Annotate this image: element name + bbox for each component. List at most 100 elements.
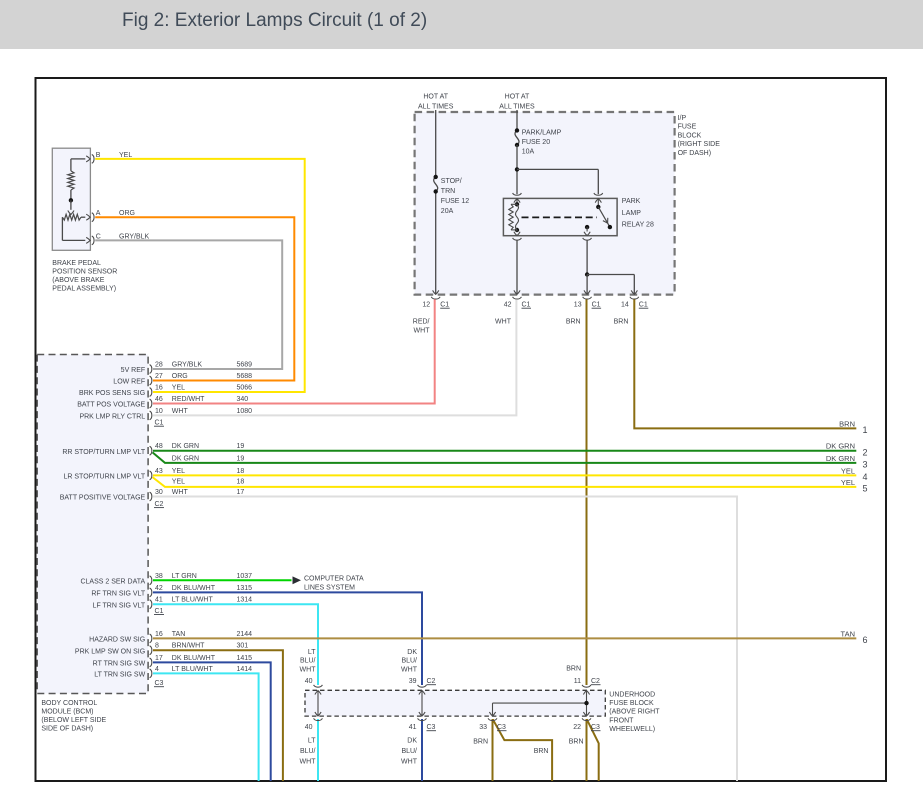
svg-text:DK: DK [407,649,417,656]
svg-text:C3: C3 [155,680,164,687]
svg-text:18: 18 [237,468,245,475]
svg-text:4: 4 [155,666,159,673]
svg-text:COMPUTER DATA: COMPUTER DATA [304,576,364,583]
svg-text:RT TRN SIG SW: RT TRN SIG SW [93,661,146,668]
svg-text:STOP/: STOP/ [441,178,462,185]
svg-text:19: 19 [237,455,245,462]
svg-text:42: 42 [155,585,163,592]
svg-text:2144: 2144 [237,631,253,638]
svg-text:33: 33 [479,724,487,731]
svg-text:13: 13 [574,302,582,309]
svg-text:RELAY 28: RELAY 28 [622,222,654,229]
svg-text:HOT AT: HOT AT [423,94,448,101]
svg-text:WHT: WHT [172,489,189,496]
svg-text:38: 38 [155,573,163,580]
svg-text:HAZARD SW SIG: HAZARD SW SIG [89,637,145,644]
svg-text:WHT: WHT [401,666,418,673]
svg-text:LT TRN SIG SW: LT TRN SIG SW [94,672,145,679]
svg-text:27: 27 [155,373,163,380]
svg-text:LT GRN: LT GRN [172,573,197,580]
svg-text:WHT: WHT [300,758,317,765]
svg-text:DK GRN: DK GRN [826,442,855,451]
svg-text:PRK LMP SW ON SIG: PRK LMP SW ON SIG [75,648,145,655]
svg-text:18: 18 [237,479,245,486]
svg-text:PEDAL ASSEMBLY): PEDAL ASSEMBLY) [52,285,116,292]
svg-text:DK GRN: DK GRN [172,443,199,450]
svg-text:WHT: WHT [495,319,512,326]
svg-text:28: 28 [155,362,163,369]
svg-text:WHT: WHT [300,666,317,673]
svg-text:1414: 1414 [237,666,253,673]
svg-text:C1: C1 [155,420,164,427]
svg-text:C2: C2 [155,501,164,508]
svg-text:C1: C1 [522,302,531,309]
svg-text:3: 3 [863,460,868,470]
svg-text:39: 39 [409,678,417,685]
svg-text:8: 8 [155,643,159,650]
svg-text:BRN: BRN [473,738,488,745]
svg-text:RF TRN SIG VLT: RF TRN SIG VLT [91,591,146,598]
svg-text:17: 17 [237,489,245,496]
svg-text:40: 40 [305,724,313,731]
svg-text:41: 41 [155,597,163,604]
svg-text:BRAKE PEDAL: BRAKE PEDAL [52,260,101,267]
svg-text:BRN/WHT: BRN/WHT [172,643,205,650]
svg-text:22: 22 [573,724,581,731]
svg-text:BLU/: BLU/ [401,748,417,755]
svg-text:BLU/: BLU/ [300,748,316,755]
svg-text:BRK POS SENS SIG: BRK POS SENS SIG [79,390,145,397]
svg-text:C1: C1 [639,302,648,309]
svg-text:20A: 20A [441,208,454,215]
svg-text:C1: C1 [440,302,449,309]
svg-text:FUSE: FUSE [678,124,697,131]
svg-text:(ABOVE BRAKE: (ABOVE BRAKE [52,277,104,284]
svg-text:YEL: YEL [172,479,185,486]
svg-text:2: 2 [863,447,868,457]
svg-text:C2: C2 [427,678,436,685]
svg-text:LT BLU/WHT: LT BLU/WHT [172,597,214,604]
svg-text:5688: 5688 [237,373,253,380]
svg-text:LT BLU/WHT: LT BLU/WHT [172,666,214,673]
svg-text:42: 42 [504,302,512,309]
svg-text:DK GRN: DK GRN [826,454,855,463]
svg-text:LAMP: LAMP [622,210,641,217]
svg-text:BRN: BRN [566,319,581,326]
svg-text:48: 48 [155,443,163,450]
svg-text:1314: 1314 [237,597,253,604]
svg-text:TAN: TAN [172,631,185,638]
svg-text:16: 16 [155,385,163,392]
svg-text:OF DASH): OF DASH) [678,150,711,157]
svg-text:5: 5 [863,484,868,494]
svg-text:340: 340 [237,396,249,403]
svg-text:4: 4 [863,472,868,482]
svg-text:SIDE OF DASH): SIDE OF DASH) [41,726,93,733]
svg-text:BRN: BRN [534,748,549,755]
svg-text:43: 43 [155,468,163,475]
svg-text:FRONT: FRONT [609,717,634,724]
svg-text:FUSE BLOCK: FUSE BLOCK [609,700,654,707]
svg-text:FUSE 20: FUSE 20 [522,139,551,146]
svg-text:RED/: RED/ [413,319,430,326]
svg-text:DK: DK [407,738,417,745]
svg-text:LR STOP/TURN LMP VLT: LR STOP/TURN LMP VLT [64,474,146,481]
svg-text:CLASS 2 SER DATA: CLASS 2 SER DATA [80,579,145,586]
svg-text:RR STOP/TURN LMP VLT: RR STOP/TURN LMP VLT [62,449,146,456]
svg-text:11: 11 [574,678,581,685]
svg-text:MODULE (BCM): MODULE (BCM) [41,709,93,716]
svg-text:LT: LT [308,738,316,745]
svg-text:5066: 5066 [237,385,253,392]
svg-text:(ABOVE RIGHT: (ABOVE RIGHT [609,709,660,716]
svg-text:C1: C1 [592,302,601,309]
svg-text:UNDERHOOD: UNDERHOOD [609,691,655,698]
svg-text:C3: C3 [427,724,436,731]
svg-text:DK BLU/WHT: DK BLU/WHT [172,655,216,662]
svg-text:ALL TIMES: ALL TIMES [418,103,454,110]
svg-text:19: 19 [237,443,245,450]
svg-text:YEL: YEL [172,468,185,475]
svg-text:WHT: WHT [172,408,189,415]
svg-text:C3: C3 [591,724,600,731]
svg-text:10: 10 [155,408,163,415]
svg-text:1415: 1415 [237,655,253,662]
svg-text:WHT: WHT [414,327,431,334]
svg-text:LINES SYSTEM: LINES SYSTEM [304,584,355,591]
